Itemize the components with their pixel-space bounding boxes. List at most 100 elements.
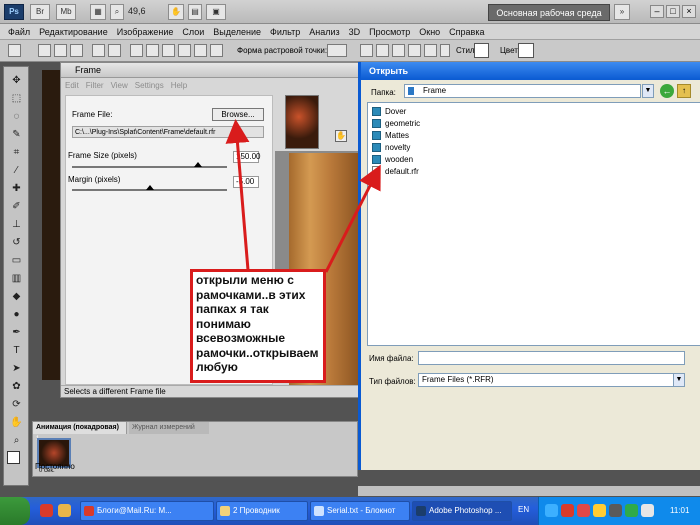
menu-window[interactable]: Окно: [419, 27, 440, 37]
tab-measurement-log[interactable]: Журнал измерений: [129, 422, 209, 434]
frame-menu-filter[interactable]: Filter: [86, 81, 104, 90]
menu-filter[interactable]: Фильтр: [270, 27, 300, 37]
screen-mode-icon[interactable]: ▣: [206, 4, 226, 20]
pen-icon[interactable]: [92, 44, 105, 57]
grid-icon[interactable]: ▦: [90, 4, 106, 20]
brush-tool-icon[interactable]: ✐: [8, 199, 25, 214]
history-brush-tool-icon[interactable]: ↺: [8, 235, 25, 250]
list-item[interactable]: wooden: [372, 154, 413, 165]
tray-icon[interactable]: [545, 504, 558, 517]
add-area-icon[interactable]: [376, 44, 389, 57]
loop-select[interactable]: Постоянно: [35, 462, 75, 471]
new-layer-icon[interactable]: [360, 44, 373, 57]
color-swatch[interactable]: [518, 43, 534, 58]
taskbar-item-notepad[interactable]: Serial.txt - Блокнот: [310, 501, 410, 521]
browse-button[interactable]: Browse...: [212, 108, 264, 121]
crop-tool-icon[interactable]: ⌗: [8, 145, 25, 160]
list-item[interactable]: Mattes: [372, 130, 409, 141]
frame-menu-edit[interactable]: Edit: [65, 81, 79, 90]
maximize-icon[interactable]: □: [666, 5, 680, 18]
fill-pixels-icon[interactable]: [70, 44, 83, 57]
chevron-down-icon[interactable]: ▼: [673, 374, 684, 386]
language-indicator[interactable]: EN: [518, 505, 529, 514]
menu-analysis[interactable]: Анализ: [309, 27, 339, 37]
menu-view[interactable]: Просмотр: [369, 27, 410, 37]
hand-tool-icon[interactable]: ✋: [8, 415, 25, 430]
menu-3d[interactable]: 3D: [349, 27, 361, 37]
taskbar-item-blogs[interactable]: Блоги@Mail.Ru: M...: [80, 501, 214, 521]
chevron-down-icon[interactable]: ▼: [642, 84, 654, 98]
margin-slider-thumb[interactable]: [145, 185, 154, 190]
list-item[interactable]: geometric: [372, 118, 420, 129]
eyedropper-tool-icon[interactable]: ⁄: [8, 163, 25, 178]
zoom-level[interactable]: 49,6: [128, 6, 146, 16]
rounded-rectangle-icon[interactable]: [146, 44, 159, 57]
3d-rotate-tool-icon[interactable]: ⟳: [8, 397, 25, 412]
browser-icon[interactable]: [58, 504, 71, 517]
menu-select[interactable]: Выделение: [213, 27, 261, 37]
tray-icon[interactable]: [577, 504, 590, 517]
frame-size-slider-thumb[interactable]: [193, 162, 202, 167]
frame-menu-help[interactable]: Help: [171, 81, 187, 90]
quick-select-tool-icon[interactable]: ✎: [8, 127, 25, 142]
up-folder-icon[interactable]: ↑: [677, 84, 691, 98]
taskbar-item-photoshop[interactable]: Adobe Photoshop ...: [412, 501, 512, 521]
clone-stamp-tool-icon[interactable]: ⊥: [8, 217, 25, 232]
filename-input[interactable]: [418, 351, 685, 365]
menu-edit[interactable]: Редактирование: [39, 27, 108, 37]
shape-picker[interactable]: [327, 44, 347, 57]
healing-brush-tool-icon[interactable]: ✚: [8, 181, 25, 196]
tray-icon[interactable]: [561, 504, 574, 517]
exclude-area-icon[interactable]: [424, 44, 437, 57]
frame-menu-view[interactable]: View: [111, 81, 128, 90]
workspace-switcher[interactable]: Основная рабочая среда: [488, 4, 610, 21]
zoom-icon[interactable]: ⌕: [110, 4, 124, 20]
frame-size-slider[interactable]: [72, 166, 227, 168]
path-selection-tool-icon[interactable]: ➤: [8, 361, 25, 376]
polygon-icon[interactable]: [178, 44, 191, 57]
bridge-icon[interactable]: Br: [30, 4, 50, 20]
gradient-tool-icon[interactable]: ▥: [8, 271, 25, 286]
preview-hand-icon[interactable]: ✋: [335, 130, 347, 142]
marquee-tool-icon[interactable]: ⬚: [8, 91, 25, 106]
menu-image[interactable]: Изображение: [117, 27, 174, 37]
arrange-icon[interactable]: ▤: [188, 4, 202, 20]
tray-icon[interactable]: [593, 504, 606, 517]
list-item[interactable]: Dover: [372, 106, 406, 117]
freeform-pen-icon[interactable]: [108, 44, 121, 57]
tool-preset-icon[interactable]: [8, 44, 21, 57]
list-item[interactable]: default.rfr: [372, 166, 419, 177]
tray-icon[interactable]: [609, 504, 622, 517]
style-swatch[interactable]: [474, 43, 489, 58]
eraser-tool-icon[interactable]: ▭: [8, 253, 25, 268]
lasso-tool-icon[interactable]: ◌: [8, 109, 25, 124]
tray-icon[interactable]: [625, 504, 638, 517]
folder-select[interactable]: Frame: [404, 84, 641, 98]
pen-tool-icon[interactable]: ✒: [8, 325, 25, 340]
foreground-color-swatch[interactable]: [7, 451, 20, 464]
frame-thumbnail[interactable]: [285, 95, 319, 149]
subtract-area-icon[interactable]: [392, 44, 405, 57]
frame-size-input[interactable]: 150.00: [233, 151, 260, 163]
taskbar-item-explorer[interactable]: 2 Проводник: [216, 501, 308, 521]
shape-layers-icon[interactable]: [38, 44, 51, 57]
ellipse-icon[interactable]: [162, 44, 175, 57]
dodge-tool-icon[interactable]: ●: [8, 307, 25, 322]
opera-icon[interactable]: [40, 504, 53, 517]
frame-menu-settings[interactable]: Settings: [135, 81, 164, 90]
minimize-icon[interactable]: –: [650, 5, 664, 18]
tab-animation[interactable]: Анимация (покадровая): [33, 422, 127, 434]
hand-tool-icon[interactable]: ✋: [168, 4, 184, 20]
close-icon[interactable]: ×: [682, 5, 696, 18]
link-icon[interactable]: [440, 44, 450, 57]
paths-icon[interactable]: [54, 44, 67, 57]
intersect-area-icon[interactable]: [408, 44, 421, 57]
menu-help[interactable]: Справка: [449, 27, 484, 37]
rectangle-icon[interactable]: [130, 44, 143, 57]
blur-tool-icon[interactable]: ◆: [8, 289, 25, 304]
type-tool-icon[interactable]: T: [8, 343, 25, 358]
margin-input[interactable]: -5.00: [233, 176, 259, 188]
filetype-select[interactable]: Frame Files (*.RFR): [418, 373, 685, 387]
more-workspaces-icon[interactable]: »: [614, 4, 630, 20]
menu-file[interactable]: Файл: [8, 27, 30, 37]
